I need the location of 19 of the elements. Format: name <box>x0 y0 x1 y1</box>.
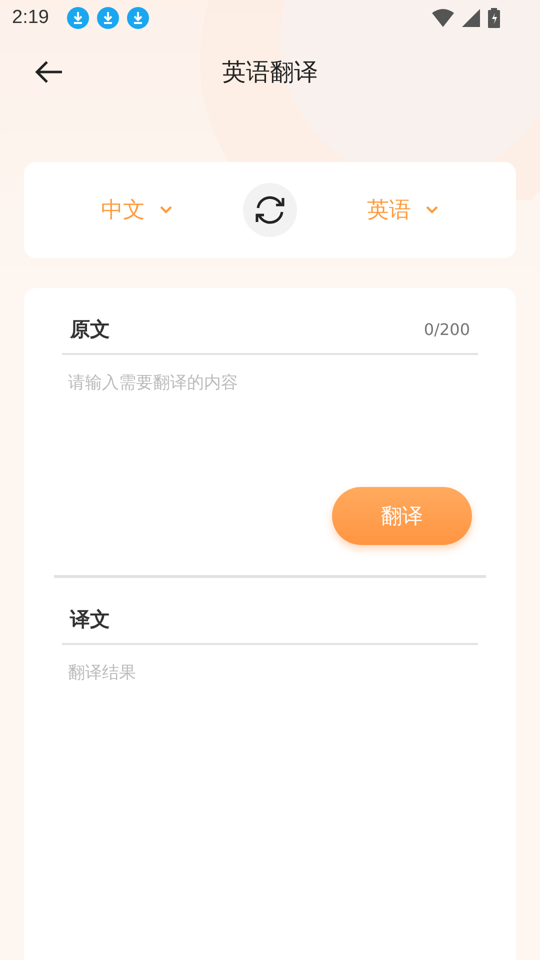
chevron-down-icon <box>159 205 173 215</box>
wifi-icon <box>432 9 454 27</box>
page-title: 英语翻译 <box>222 57 318 88</box>
target-language-dropdown[interactable]: 英语 <box>363 191 443 229</box>
download-icon <box>66 7 89 29</box>
download-icon <box>96 7 119 29</box>
translate-button[interactable]: 翻译 <box>332 487 472 545</box>
battery-icon <box>488 8 500 28</box>
signal-icon <box>462 9 480 27</box>
status-time: 2:19 <box>12 7 49 29</box>
back-arrow-icon[interactable] <box>34 60 64 84</box>
character-counter: 0/200 <box>424 320 470 339</box>
source-label: 原文 <box>70 316 110 343</box>
download-icon <box>126 7 149 29</box>
source-language-dropdown[interactable]: 中文 <box>97 191 177 229</box>
result-label: 译文 <box>70 606 110 633</box>
source-text-field[interactable]: 请输入需要翻译的内容 <box>54 355 486 487</box>
chevron-down-icon <box>425 205 439 215</box>
result-text-field[interactable]: 翻译结果 <box>54 645 486 777</box>
